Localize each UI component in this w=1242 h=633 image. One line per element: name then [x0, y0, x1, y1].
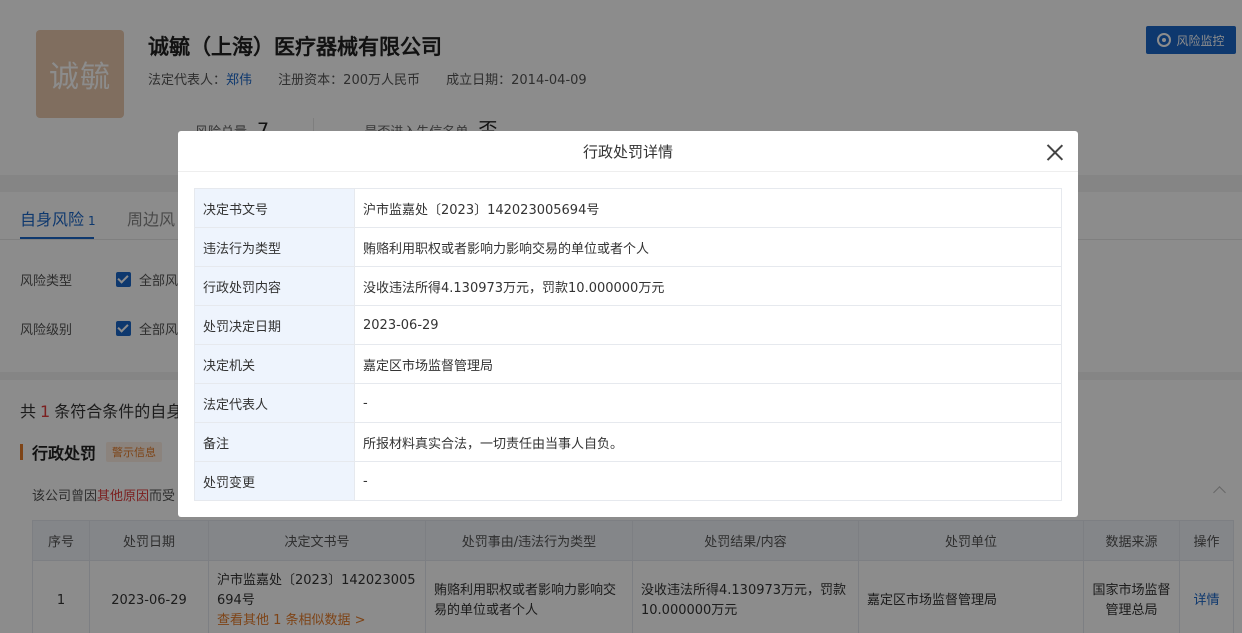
modal-header: 行政处罚详情 — [178, 131, 1078, 172]
detail-value: 沪市监嘉处〔2023〕142023005694号 — [354, 188, 1062, 228]
detail-value: 没收违法所得4.130973万元，罚款10.000000万元 — [354, 266, 1062, 306]
detail-label: 决定书文号 — [194, 188, 355, 228]
detail-row: 处罚决定日期 2023-06-29 — [194, 305, 1062, 345]
detail-label: 法定代表人 — [194, 383, 355, 423]
detail-label: 违法行为类型 — [194, 227, 355, 267]
detail-row: 法定代表人 - — [194, 383, 1062, 423]
close-icon[interactable] — [1046, 143, 1064, 161]
detail-value: 贿赂利用职权或者影响力影响交易的单位或者个人 — [354, 227, 1062, 267]
detail-table: 决定书文号 沪市监嘉处〔2023〕142023005694号 违法行为类型 贿赂利用… — [194, 188, 1062, 501]
detail-value: - — [354, 461, 1062, 501]
detail-row: 备注 所报材料真实合法，一切责任由当事人自负。 — [194, 422, 1062, 462]
detail-row: 决定书文号 沪市监嘉处〔2023〕142023005694号 — [194, 188, 1062, 228]
detail-label: 处罚变更 — [194, 461, 355, 501]
detail-row: 决定机关 嘉定区市场监督管理局 — [194, 344, 1062, 384]
detail-row: 行政处罚内容 没收违法所得4.130973万元，罚款10.000000万元 — [194, 266, 1062, 306]
detail-value: 2023-06-29 — [354, 305, 1062, 345]
detail-value: - — [354, 383, 1062, 423]
detail-value: 嘉定区市场监督管理局 — [354, 344, 1062, 384]
penalty-detail-modal: 行政处罚详情 决定书文号 沪市监嘉处〔2023〕142023005694号 违法行… — [178, 131, 1078, 517]
detail-value: 所报材料真实合法，一切责任由当事人自负。 — [354, 422, 1062, 462]
detail-label: 备注 — [194, 422, 355, 462]
detail-label: 行政处罚内容 — [194, 266, 355, 306]
detail-row: 处罚变更 - — [194, 461, 1062, 501]
modal-title: 行政处罚详情 — [582, 142, 673, 161]
detail-label: 决定机关 — [194, 344, 355, 384]
detail-row: 违法行为类型 贿赂利用职权或者影响力影响交易的单位或者个人 — [194, 227, 1062, 267]
detail-label: 处罚决定日期 — [194, 305, 355, 345]
